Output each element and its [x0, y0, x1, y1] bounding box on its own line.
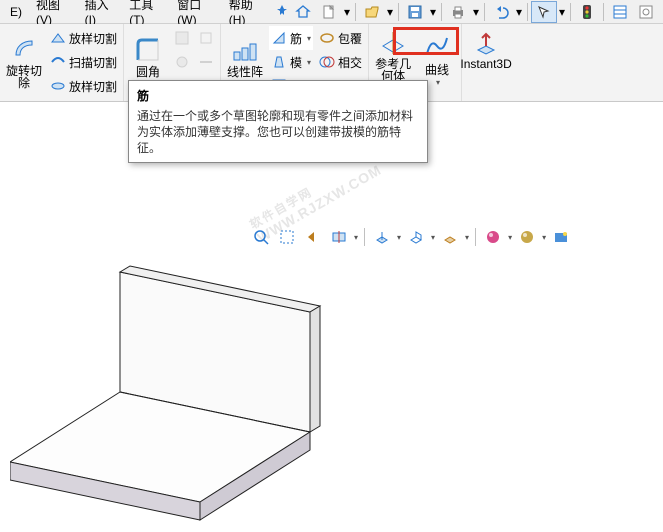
dis1-button — [172, 26, 192, 50]
save-icon[interactable] — [402, 1, 428, 23]
menu-edit-frag[interactable]: E) — [4, 3, 28, 21]
intersect-button[interactable]: 相交 — [317, 50, 364, 74]
config-icon[interactable] — [633, 1, 659, 23]
new-dropdown[interactable]: ▾ — [342, 5, 352, 19]
loft-cut2-button[interactable]: 放样切割 — [48, 74, 119, 98]
ribbon-group-cut: 旋转切 除 放样切割 扫描切割 放样切割 — [0, 24, 124, 101]
wrap-icon — [319, 30, 335, 46]
pin-icon[interactable] — [276, 4, 288, 19]
tooltip-title: 筋 — [137, 87, 419, 104]
ribbon-group-instant: Instant3D — [462, 24, 510, 101]
select-dropdown[interactable]: ▾ — [557, 5, 567, 19]
instant3d-button[interactable]: Instant3D — [466, 26, 506, 72]
wrap-button[interactable]: 包覆 — [317, 26, 364, 50]
rib-icon — [271, 30, 287, 46]
sheet-icon[interactable] — [607, 1, 633, 23]
open-dropdown[interactable]: ▾ — [385, 5, 395, 19]
revolve-cut-button[interactable]: 旋转切 除 — [4, 33, 44, 91]
revolve-cut-label: 旋转切 除 — [6, 65, 42, 89]
viewport[interactable]: 软件自学网 WWW.RJZXW.COM ▾ ▾ ▾ ▾ ▾ ▾ * — [0, 102, 663, 516]
display-style-icon[interactable] — [405, 226, 427, 248]
hide-show-dd[interactable]: ▾ — [465, 233, 469, 242]
tooltip: 筋 通过在一个或多个草图轮廓和现有零件之间添加材料为实体添加薄壁支撑。您也可以创… — [128, 80, 428, 163]
save-dropdown[interactable]: ▾ — [428, 5, 438, 19]
dis4-button — [196, 26, 216, 50]
view-toolbar: ▾ ▾ ▾ ▾ ▾ ▾ — [250, 225, 572, 249]
new-icon[interactable] — [316, 1, 342, 23]
dis2-button — [172, 50, 192, 74]
zoom-fit-icon[interactable] — [250, 226, 272, 248]
home-icon[interactable] — [290, 1, 316, 23]
sweep-cut-icon — [50, 54, 66, 70]
hide-show-icon[interactable] — [439, 226, 461, 248]
draft-button[interactable]: 模▾ — [269, 50, 313, 74]
undo-icon[interactable] — [488, 1, 514, 23]
view-orient-icon[interactable] — [371, 226, 393, 248]
open-icon[interactable] — [359, 1, 385, 23]
intersect-icon — [319, 54, 335, 70]
undo-dropdown[interactable]: ▾ — [514, 5, 524, 19]
scene-dd[interactable]: ▾ — [542, 233, 546, 242]
view-orient-dd[interactable]: ▾ — [397, 233, 401, 242]
prev-view-icon[interactable] — [302, 226, 324, 248]
section-dd[interactable]: ▾ — [354, 233, 358, 242]
zoom-area-icon[interactable] — [276, 226, 298, 248]
loft-cut-icon — [50, 30, 66, 46]
section-icon[interactable] — [328, 226, 350, 248]
quick-toolbar: ▾ ▾ ▾ ▾ ▾ ▾ — [290, 1, 659, 23]
model-part[interactable] — [10, 252, 370, 532]
appearance-icon[interactable] — [482, 226, 504, 248]
menubar: E) 视图(V) 插入(I) 工具(T) 窗口(W) 帮助(H) ▾ ▾ ▾ ▾… — [0, 0, 663, 24]
loft-cut2-icon — [50, 78, 66, 94]
draft-icon — [271, 54, 287, 70]
dis5-button — [196, 50, 216, 74]
appearance-dd[interactable]: ▾ — [508, 233, 512, 242]
print-icon[interactable] — [445, 1, 471, 23]
sweep-cut-button[interactable]: 扫描切割 — [48, 50, 119, 74]
tooltip-body: 通过在一个或多个草图轮廓和现有零件之间添加材料为实体添加薄壁支撑。您也可以创建带… — [137, 108, 419, 156]
print-dropdown[interactable]: ▾ — [471, 5, 481, 19]
rib-button[interactable]: 筋▾ — [269, 26, 313, 50]
scene-icon[interactable] — [516, 226, 538, 248]
render-icon[interactable] — [550, 226, 572, 248]
select-arrow-icon[interactable] — [531, 1, 557, 23]
loft-cut-button[interactable]: 放样切割 — [48, 26, 119, 50]
traffic-icon[interactable] — [574, 1, 600, 23]
display-style-dd[interactable]: ▾ — [431, 233, 435, 242]
